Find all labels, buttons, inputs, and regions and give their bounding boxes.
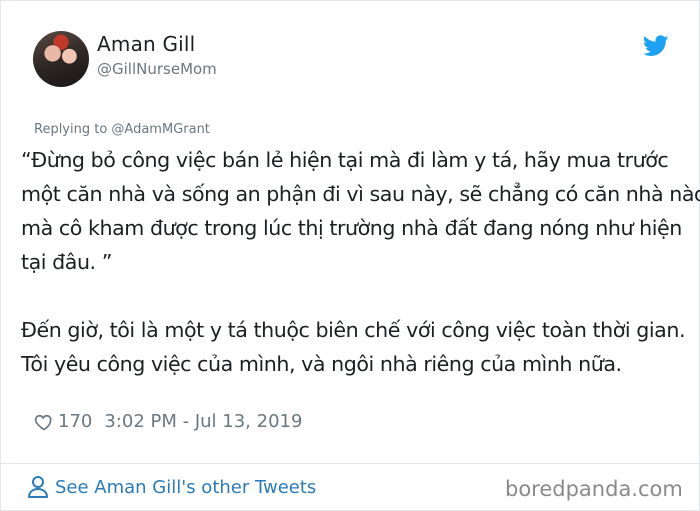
tweet-line: một căn nhà và sống an phận đi vì sau nà… xyxy=(21,182,700,206)
tweet-timestamp[interactable]: 3:02 PM - Jul 13, 2019 xyxy=(104,411,302,432)
heart-icon[interactable] xyxy=(34,412,54,432)
tweet-card: Aman Gill @GillNurseMom Replying to @Ada… xyxy=(0,0,700,511)
tweet-paragraph-1: “Đừng bỏ công việc bán lẻ hiện tại mà đi… xyxy=(21,143,700,279)
tweet-line: tại đâu. ” xyxy=(21,250,112,274)
tweet-paragraph-2: Đến giờ, tôi là một y tá thuộc biên chế … xyxy=(21,313,691,381)
like-count[interactable]: 170 xyxy=(58,411,92,432)
author-handle[interactable]: @GillNurseMom xyxy=(97,60,217,78)
twitter-bird-icon[interactable] xyxy=(643,35,669,57)
replying-to[interactable]: Replying to @AdamMGrant xyxy=(34,122,210,137)
tweet-text: “Đừng bỏ công việc bán lẻ hiện tại mà đi… xyxy=(21,143,700,381)
author-name[interactable]: Aman Gill xyxy=(97,32,195,56)
watermark: boredpanda.com xyxy=(505,477,683,501)
divider xyxy=(1,463,699,464)
tweet-line: Tôi yêu công việc của mình, và ngôi nhà … xyxy=(21,352,622,376)
tweet-line: “Đừng bỏ công việc bán lẻ hiện tại mà đi… xyxy=(21,148,669,172)
tweet-meta: 170 3:02 PM - Jul 13, 2019 xyxy=(34,411,302,432)
tweet-line: Đến giờ, tôi là một y tá thuộc biên chế … xyxy=(21,318,686,342)
tweet-line: mà cô kham được trong lúc thị trường nhà… xyxy=(21,216,682,240)
person-icon xyxy=(28,476,48,498)
author-avatar[interactable] xyxy=(33,31,89,87)
see-other-tweets-link[interactable]: See Aman Gill's other Tweets xyxy=(27,475,316,499)
see-other-tweets-label[interactable]: See Aman Gill's other Tweets xyxy=(55,477,316,498)
